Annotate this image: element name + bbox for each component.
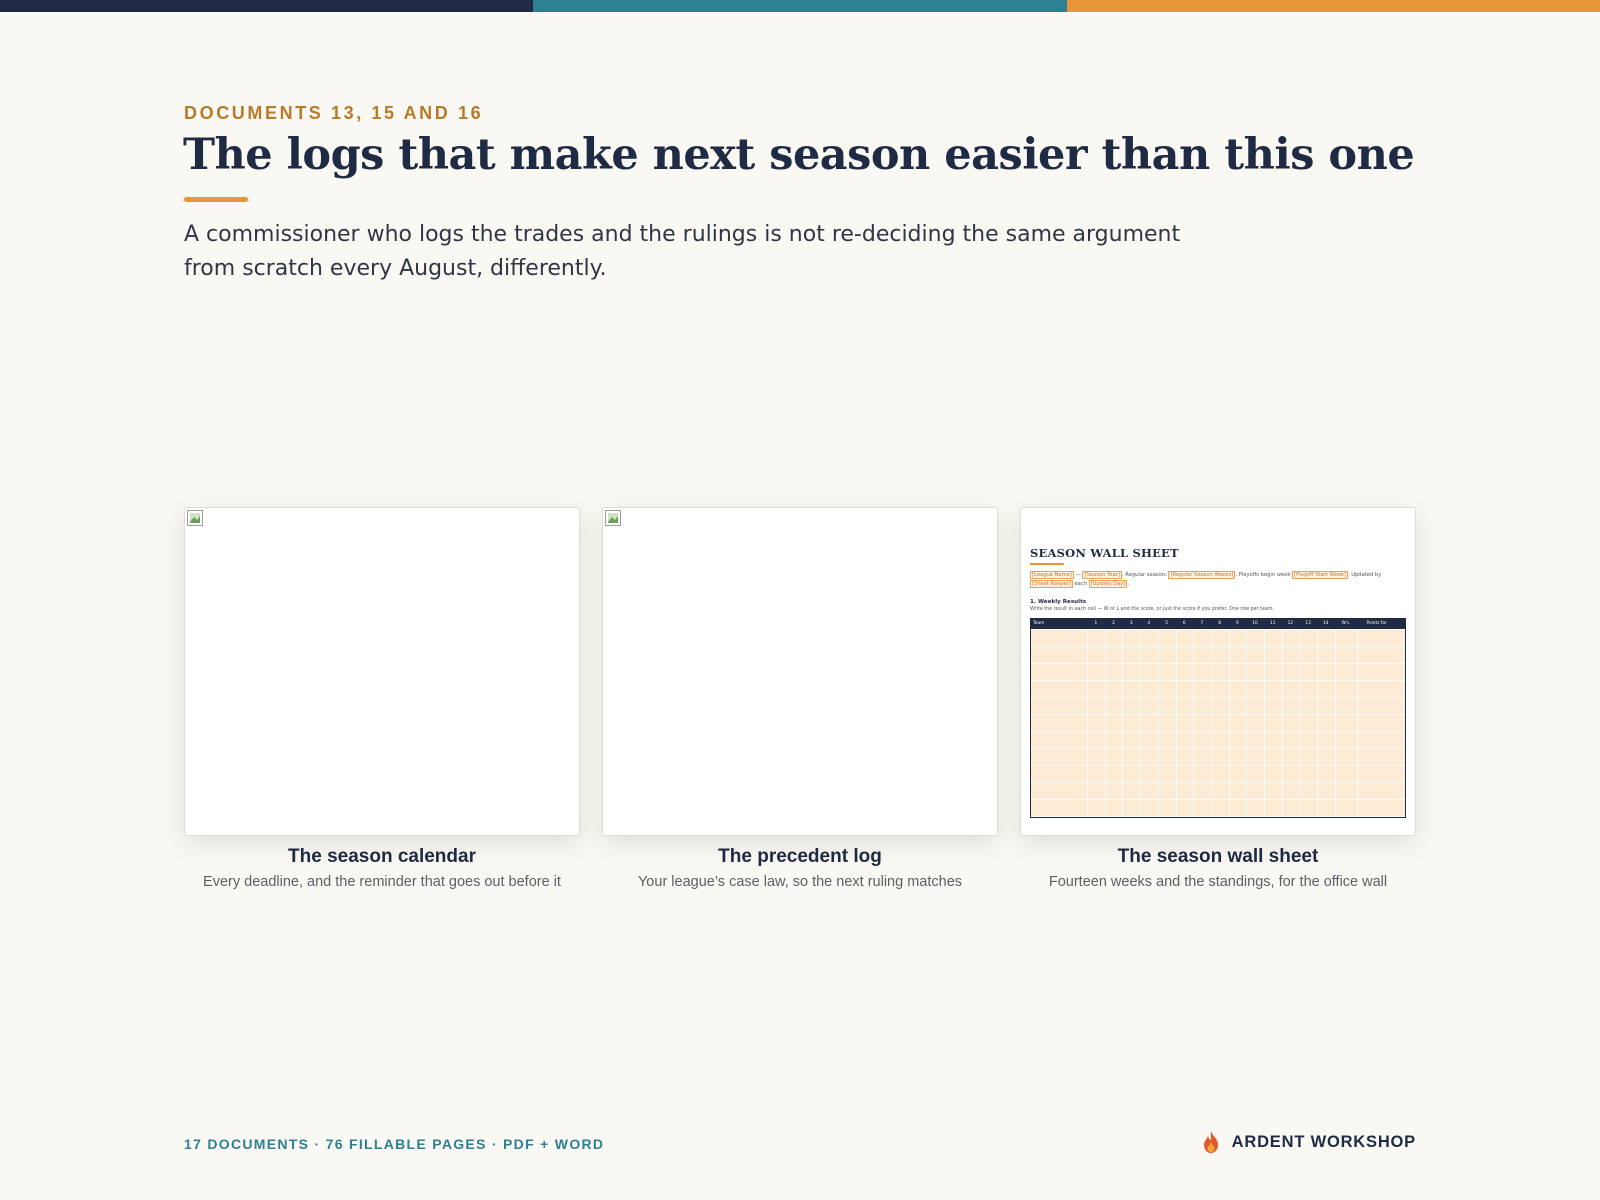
table-column-header: 13 — [1305, 621, 1311, 626]
wall-sheet-title-rule — [1030, 563, 1064, 565]
table-column-header: 6 — [1182, 621, 1186, 626]
top-bar-navy — [0, 0, 534, 12]
weekly-results-table: Team 1 2 3 4 5 6 7 8 9 10 11 12 13 14 W-L Points for — [1030, 618, 1406, 818]
document-cards: The season calendar Every deadline, and … — [184, 507, 1416, 890]
table-column-line — [1317, 629, 1319, 817]
wall-sheet-section-heading: 1. Weekly Results — [1030, 599, 1087, 605]
meta-text: . Updated by — [1347, 572, 1382, 578]
table-column-header: 5 — [1165, 621, 1168, 626]
table-column-line — [1122, 629, 1124, 817]
table-column-header: W-L — [1341, 621, 1350, 626]
table-column-line — [1299, 629, 1301, 817]
card-season-wall-sheet: SEASON WALL SHEET [League Name] — [Seaso… — [1020, 507, 1416, 890]
wall-sheet-meta: [League Name] — [Season Year]. Regular s… — [1030, 571, 1400, 589]
page-subtitle: A commissioner who logs the trades and t… — [184, 222, 1181, 281]
brand-name: ARDENT WORKSHOP — [1231, 1132, 1416, 1151]
table-column-line — [1334, 629, 1336, 817]
footer-brand: ARDENT WORKSHOP — [1200, 1130, 1416, 1154]
card-subtitle: Your league’s case law, so the next ruli… — [637, 874, 963, 890]
table-column-header: 10 — [1252, 621, 1258, 626]
wall-sheet-title: SEASON WALL SHEET — [1030, 546, 1179, 560]
table-column-header: 11 — [1269, 621, 1276, 626]
table-column-header: 8 — [1218, 621, 1222, 626]
table-column-header: Team — [1033, 621, 1045, 626]
meta-text: each — [1072, 581, 1089, 587]
table-column-line — [1175, 629, 1177, 817]
card-title: The season calendar — [288, 846, 476, 867]
meta-text: . — [1127, 581, 1130, 587]
table-column-line — [1210, 629, 1212, 817]
card-subtitle: Every deadline, and the reminder that go… — [203, 874, 561, 890]
placeholder-league-name: [League Name] — [1030, 571, 1074, 579]
card-thumbnail: SEASON WALL SHEET [League Name] — [Seaso… — [1020, 507, 1416, 836]
table-column-line — [1264, 629, 1265, 817]
wall-sheet-instruction: Write the result in each cell — W or L a… — [1030, 607, 1275, 612]
table-column-line — [1087, 629, 1088, 817]
card-thumbnail — [184, 507, 580, 836]
meta-text: . Playoffs begin week — [1235, 572, 1293, 578]
table-body — [1031, 629, 1405, 817]
table-header-row: Team 1 2 3 4 5 6 7 8 9 10 11 12 13 14 W-L Points for — [1031, 619, 1405, 629]
eyebrow-label: DOCUMENTS 13, 15 AND 16 — [184, 103, 484, 123]
table-column-header: 2 — [1112, 621, 1115, 626]
table-column-header: Points for — [1366, 621, 1387, 626]
wall-sheet-preview: SEASON WALL SHEET [League Name] — [Seaso… — [1030, 546, 1406, 818]
card-title: The precedent log — [718, 846, 882, 867]
card-precedent-log: The precedent log Your league’s case law… — [602, 507, 998, 890]
placeholder-regular-season-weeks: [Regular Season Weeks] — [1168, 571, 1236, 579]
table-column-line — [1228, 629, 1230, 817]
placeholder-update-day: [Update Day] — [1088, 580, 1128, 588]
table-column-header: 4 — [1147, 621, 1151, 626]
table-column-header: 7 — [1200, 621, 1204, 626]
card-subtitle: Fourteen weeks and the standings, for th… — [1048, 874, 1388, 890]
table-column-line — [1246, 629, 1248, 817]
broken-image-icon — [605, 510, 621, 526]
table-column-header: 3 — [1129, 621, 1133, 626]
table-column-line — [1356, 629, 1358, 817]
card-title: The season wall sheet — [1117, 846, 1319, 867]
meta-text: . Regular season: — [1121, 572, 1169, 578]
broken-image-icon — [187, 510, 203, 526]
flame-icon — [1203, 1131, 1218, 1153]
placeholder-playoff-start-week: [Playoff Start Week] — [1292, 571, 1348, 579]
footer-summary: 17 DOCUMENTS · 76 FILLABLE PAGES · PDF +… — [184, 1136, 605, 1152]
placeholder-season-year: [Season Year] — [1082, 571, 1122, 579]
card-season-calendar: The season calendar Every deadline, and … — [184, 507, 580, 890]
top-bar-teal — [533, 0, 1067, 12]
table-column-line — [1281, 629, 1283, 817]
table-column-header: 12 — [1287, 621, 1294, 626]
title-underline — [184, 197, 248, 202]
table-column-line — [1193, 629, 1195, 817]
table-column-line — [1104, 629, 1106, 817]
placeholder-sheet-keeper: [Sheet Keeper] — [1030, 580, 1073, 588]
table-column-line — [1140, 629, 1142, 817]
top-bar-orange — [1066, 0, 1600, 12]
table-column-header: 14 — [1323, 621, 1329, 626]
table-column-line — [1157, 629, 1159, 817]
card-thumbnail — [602, 507, 998, 836]
top-color-bar — [0, 0, 1600, 12]
table-column-header: 9 — [1235, 621, 1239, 626]
page-title: The logs that make next season easier th… — [183, 130, 1415, 180]
table-column-header: 1 — [1094, 621, 1098, 626]
